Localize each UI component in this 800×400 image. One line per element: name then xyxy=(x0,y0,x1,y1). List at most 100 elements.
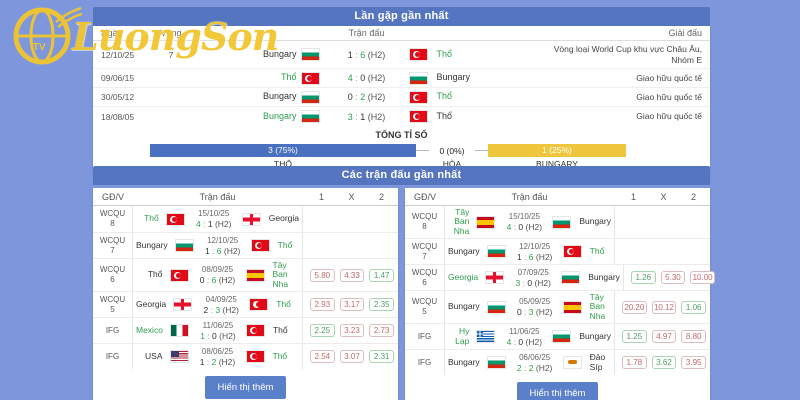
match-odds xyxy=(614,239,706,265)
match-odds xyxy=(302,206,394,232)
date-and-score: 06/06/25 2 : 2 (H2) xyxy=(509,353,561,373)
away-team-name: Tây Ban Nha xyxy=(272,260,289,289)
recent-match-row: WCQU 5 Bungary 05/09/25 0 : 3 (H2) Tây Ba… xyxy=(405,290,710,324)
date-and-score: 11/06/25 4 : 0 (H2) xyxy=(498,327,550,347)
odds-value: 10.00 xyxy=(690,271,715,285)
match-round: IFG xyxy=(93,344,133,370)
league-name: Giao hữu quốc tế xyxy=(636,72,702,83)
match-date: 07/09/25 xyxy=(517,267,549,277)
match-odds: 2.54 3.07 2.31 xyxy=(302,344,395,370)
column-header-league: Giải đấu xyxy=(668,28,702,38)
away-team-name: Thổ xyxy=(589,245,605,256)
column-header-round: GĐ/V xyxy=(413,191,436,202)
home-team-name: USA xyxy=(145,350,163,361)
recent-match-row: IFG Hy Lạp 11/06/25 4 : 0 (H2) Bungary 1… xyxy=(405,323,710,350)
date-and-score: 11/06/25 1 : 0 (H2) xyxy=(192,321,244,341)
odds-value: 2.93 xyxy=(310,298,335,312)
column-header-1: 1 xyxy=(318,191,324,202)
league-name: Giao hữu quốc tế xyxy=(636,111,702,122)
match-score: 3 : 0 (H2) xyxy=(515,277,551,288)
match-date: 09/06/15 xyxy=(101,73,135,83)
georgia-flag-icon xyxy=(486,272,504,284)
bulgaria-flag-icon xyxy=(409,72,427,84)
match-date: 15/10/25 xyxy=(198,209,230,218)
show-more-button[interactable]: Hiển thị thêm xyxy=(204,376,287,400)
away-team-name: Đảo Síp xyxy=(589,352,606,372)
show-more-button[interactable]: Hiển thị thêm xyxy=(516,382,599,400)
bulgaria-flag-icon xyxy=(487,246,505,258)
odds-value: 20.20 xyxy=(622,300,647,314)
match-odds: 20.20 10.12 1.06 xyxy=(614,291,707,324)
home-team-name: Thổ xyxy=(280,72,297,83)
odds-value: 2.73 xyxy=(369,324,395,338)
h2h-match-row: 09/06/15 Thổ 4 : 0 (H2) Bungary Giao hữu… xyxy=(93,69,710,88)
away-team-name: Thổ xyxy=(277,239,293,250)
match-round: IFG xyxy=(405,350,445,376)
recent-match-row: WCQU 6 Thổ 08/09/25 0 : 6 (H2) Tây Ban Nh… xyxy=(93,258,398,292)
home-team-name: Thổ xyxy=(144,213,159,224)
match-round: WCQU 7 xyxy=(405,239,445,265)
turkey-flag-icon xyxy=(170,269,188,281)
column-header-2: 2 xyxy=(690,191,696,202)
odds-value: 1.78 xyxy=(622,356,647,370)
away-team-name: Bungary xyxy=(436,72,471,83)
away-team-name: Thổ xyxy=(436,48,453,59)
draw-value: 0 (0%) xyxy=(439,145,465,156)
recent-match-row: WCQU 8 Tây Ban Nha 15/10/25 4 : 0 (H2) Bu… xyxy=(405,206,710,239)
match-score: 1 : 2 (H2) xyxy=(199,356,236,367)
match-score: 4 : 1 (H2) xyxy=(196,219,232,229)
match-date: 08/06/25 xyxy=(201,346,234,356)
h2h-match-row: 18/08/05 Bungary 3 : 1 (H2) Thổ Giao hữu… xyxy=(93,107,710,126)
turkey-flag-icon xyxy=(246,351,264,363)
turkey-flag-icon xyxy=(563,246,581,258)
odds-value: 5.30 xyxy=(660,271,686,285)
h2h-match-row: 30/05/12 Bungary 0 : 2 (H2) Thổ Giao hữu… xyxy=(93,88,710,107)
date-and-score: 08/06/25 1 : 2 (H2) xyxy=(192,347,244,367)
odds-value: 2.54 xyxy=(310,350,335,364)
match-date: 11/06/25 xyxy=(202,320,234,330)
turkey-flag-icon xyxy=(409,111,427,122)
match-info: Thổ 08/09/25 0 : 6 (H2) Tây Ban Nha xyxy=(133,259,302,291)
odds-value: 2.35 xyxy=(369,298,395,312)
odds-value: 3.95 xyxy=(681,356,707,370)
georgia-flag-icon xyxy=(174,299,192,311)
svg-text:.TV: .TV xyxy=(30,42,46,53)
bar-connector xyxy=(475,150,488,151)
match-odds: 1.25 4.97 8.80 xyxy=(614,324,707,350)
turkey-flag-icon xyxy=(166,213,184,225)
match-odds xyxy=(302,233,394,258)
odds-value: 3.62 xyxy=(651,356,677,370)
match-round: IFG xyxy=(93,318,133,344)
odds-column-headers: 1 X 2 xyxy=(614,192,706,202)
date-and-score: 05/09/25 0 : 3 (H2) xyxy=(509,297,561,317)
odds-value: 5.80 xyxy=(310,268,335,282)
date-and-score: 15/10/25 4 : 1 (H2) xyxy=(188,209,240,229)
recent-match-row: WCQU 6 Georgia 07/09/25 3 : 0 (H2) Bungar… xyxy=(405,264,715,291)
home-team-name: Georgia xyxy=(448,271,479,282)
match-info: USA 08/06/25 1 : 2 (H2) Thổ xyxy=(133,344,302,369)
recent-match-row: WCQU 5 Georgia 04/09/25 2 : 3 (H2) Thổ 2.… xyxy=(93,291,398,318)
recent-match-row: WCQU 7 Bungary 12/10/25 1 : 6 (H2) Thổ xyxy=(405,238,710,265)
spain-flag-icon xyxy=(563,301,581,313)
match-score: 0 : 2 (H2) xyxy=(347,92,386,102)
recent-match-row: WCQU 8 Thổ 15/10/25 4 : 1 (H2) Georgia xyxy=(93,206,398,232)
column-header-x: X xyxy=(348,191,355,202)
match-score: 1 : 6 (H2) xyxy=(347,49,386,60)
away-wins-value: 1 (25%) xyxy=(542,145,572,155)
home-team-name: Bungary xyxy=(448,356,480,367)
home-team-name: Bungary xyxy=(262,110,297,121)
away-team-name: Thổ xyxy=(272,350,288,361)
away-team-name: Bungary xyxy=(579,216,611,227)
odds-value: 10.12 xyxy=(651,300,677,314)
date-and-score: 04/09/25 2 : 3 (H2) xyxy=(195,295,247,315)
odds-value: 3.17 xyxy=(339,298,365,312)
league-name: Vòng loại World Cup khu vực Châu Âu, Nhó… xyxy=(553,43,702,65)
match-score: 4 : 0 (H2) xyxy=(347,73,386,83)
column-header-2: 2 xyxy=(378,191,384,202)
home-wins-value: 3 (75%) xyxy=(268,145,298,155)
recent-left-column-headers: GĐ/V Trận đấu 1 X 2 xyxy=(93,188,398,206)
column-header-round: GĐ/V xyxy=(101,191,124,202)
odds-value: 3.07 xyxy=(339,350,365,364)
match-info: Thổ 15/10/25 4 : 1 (H2) Georgia xyxy=(133,206,302,232)
match-date: 11/06/25 xyxy=(509,326,540,336)
